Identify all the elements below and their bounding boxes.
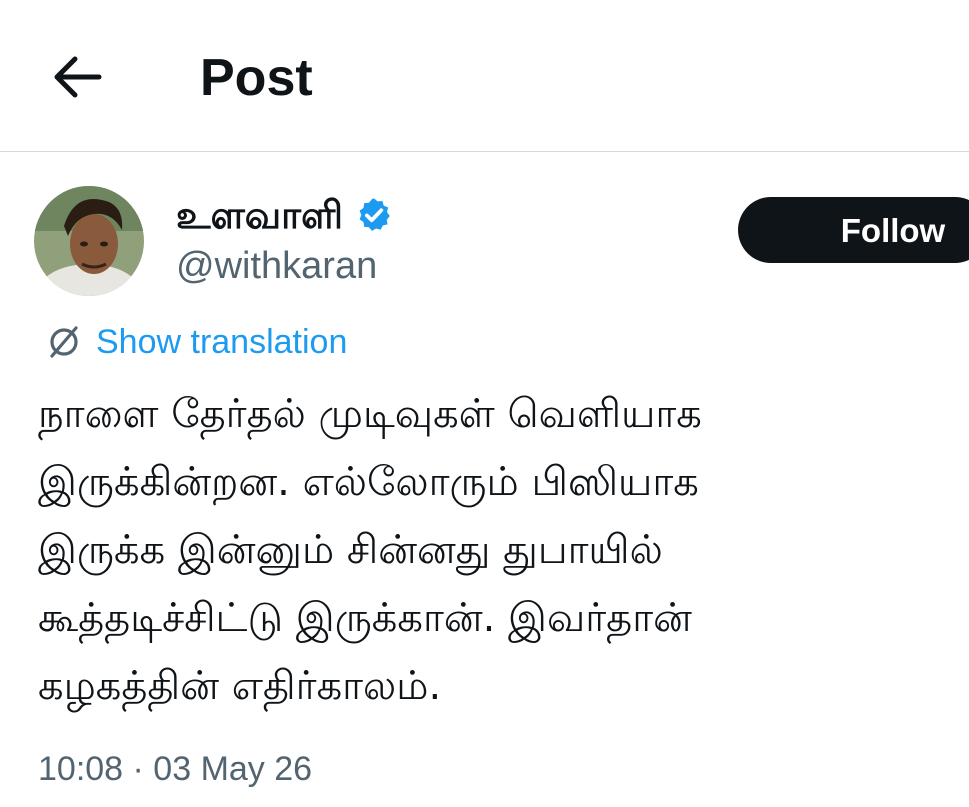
page-title: Post [200, 49, 313, 107]
display-name[interactable]: உளவாளி [176, 191, 343, 239]
author-name-row: உளவாளி [176, 190, 393, 240]
post-text-line: கழகத்தின் எதிர்காலம். [38, 663, 442, 709]
post-text-line: கூத்தடிச்சிட்டு இருக்கான். இவர்தான் [38, 595, 692, 641]
post-body: நாளை தேர்தல் முடிவுகள் வெளியாக இருக்கின்… [38, 380, 958, 720]
top-app-bar: Post [0, 0, 969, 152]
post-timestamp[interactable]: 10:08 · 03 May 26 [38, 746, 312, 792]
avatar[interactable] [34, 186, 144, 296]
show-translation-link[interactable]: Show translation [96, 318, 347, 366]
follow-button[interactable]: Follow [738, 197, 969, 263]
back-button[interactable] [46, 48, 108, 106]
post-text-line: இருக்க இன்னும் சின்னது துபாயில் [38, 527, 663, 573]
arrow-left-icon [54, 56, 102, 98]
globe-slash-icon [50, 326, 78, 358]
user-handle[interactable]: @withkaran [176, 243, 377, 289]
post-text-line: இருக்கின்றன. எல்லோரும் பிஸியாக [38, 459, 699, 505]
translation-row[interactable]: Show translation [44, 318, 347, 366]
verified-badge-icon[interactable] [355, 196, 393, 234]
post-text-line: நாளை தேர்தல் முடிவுகள் வெளியாக [38, 391, 702, 437]
profile-photo [34, 186, 144, 296]
